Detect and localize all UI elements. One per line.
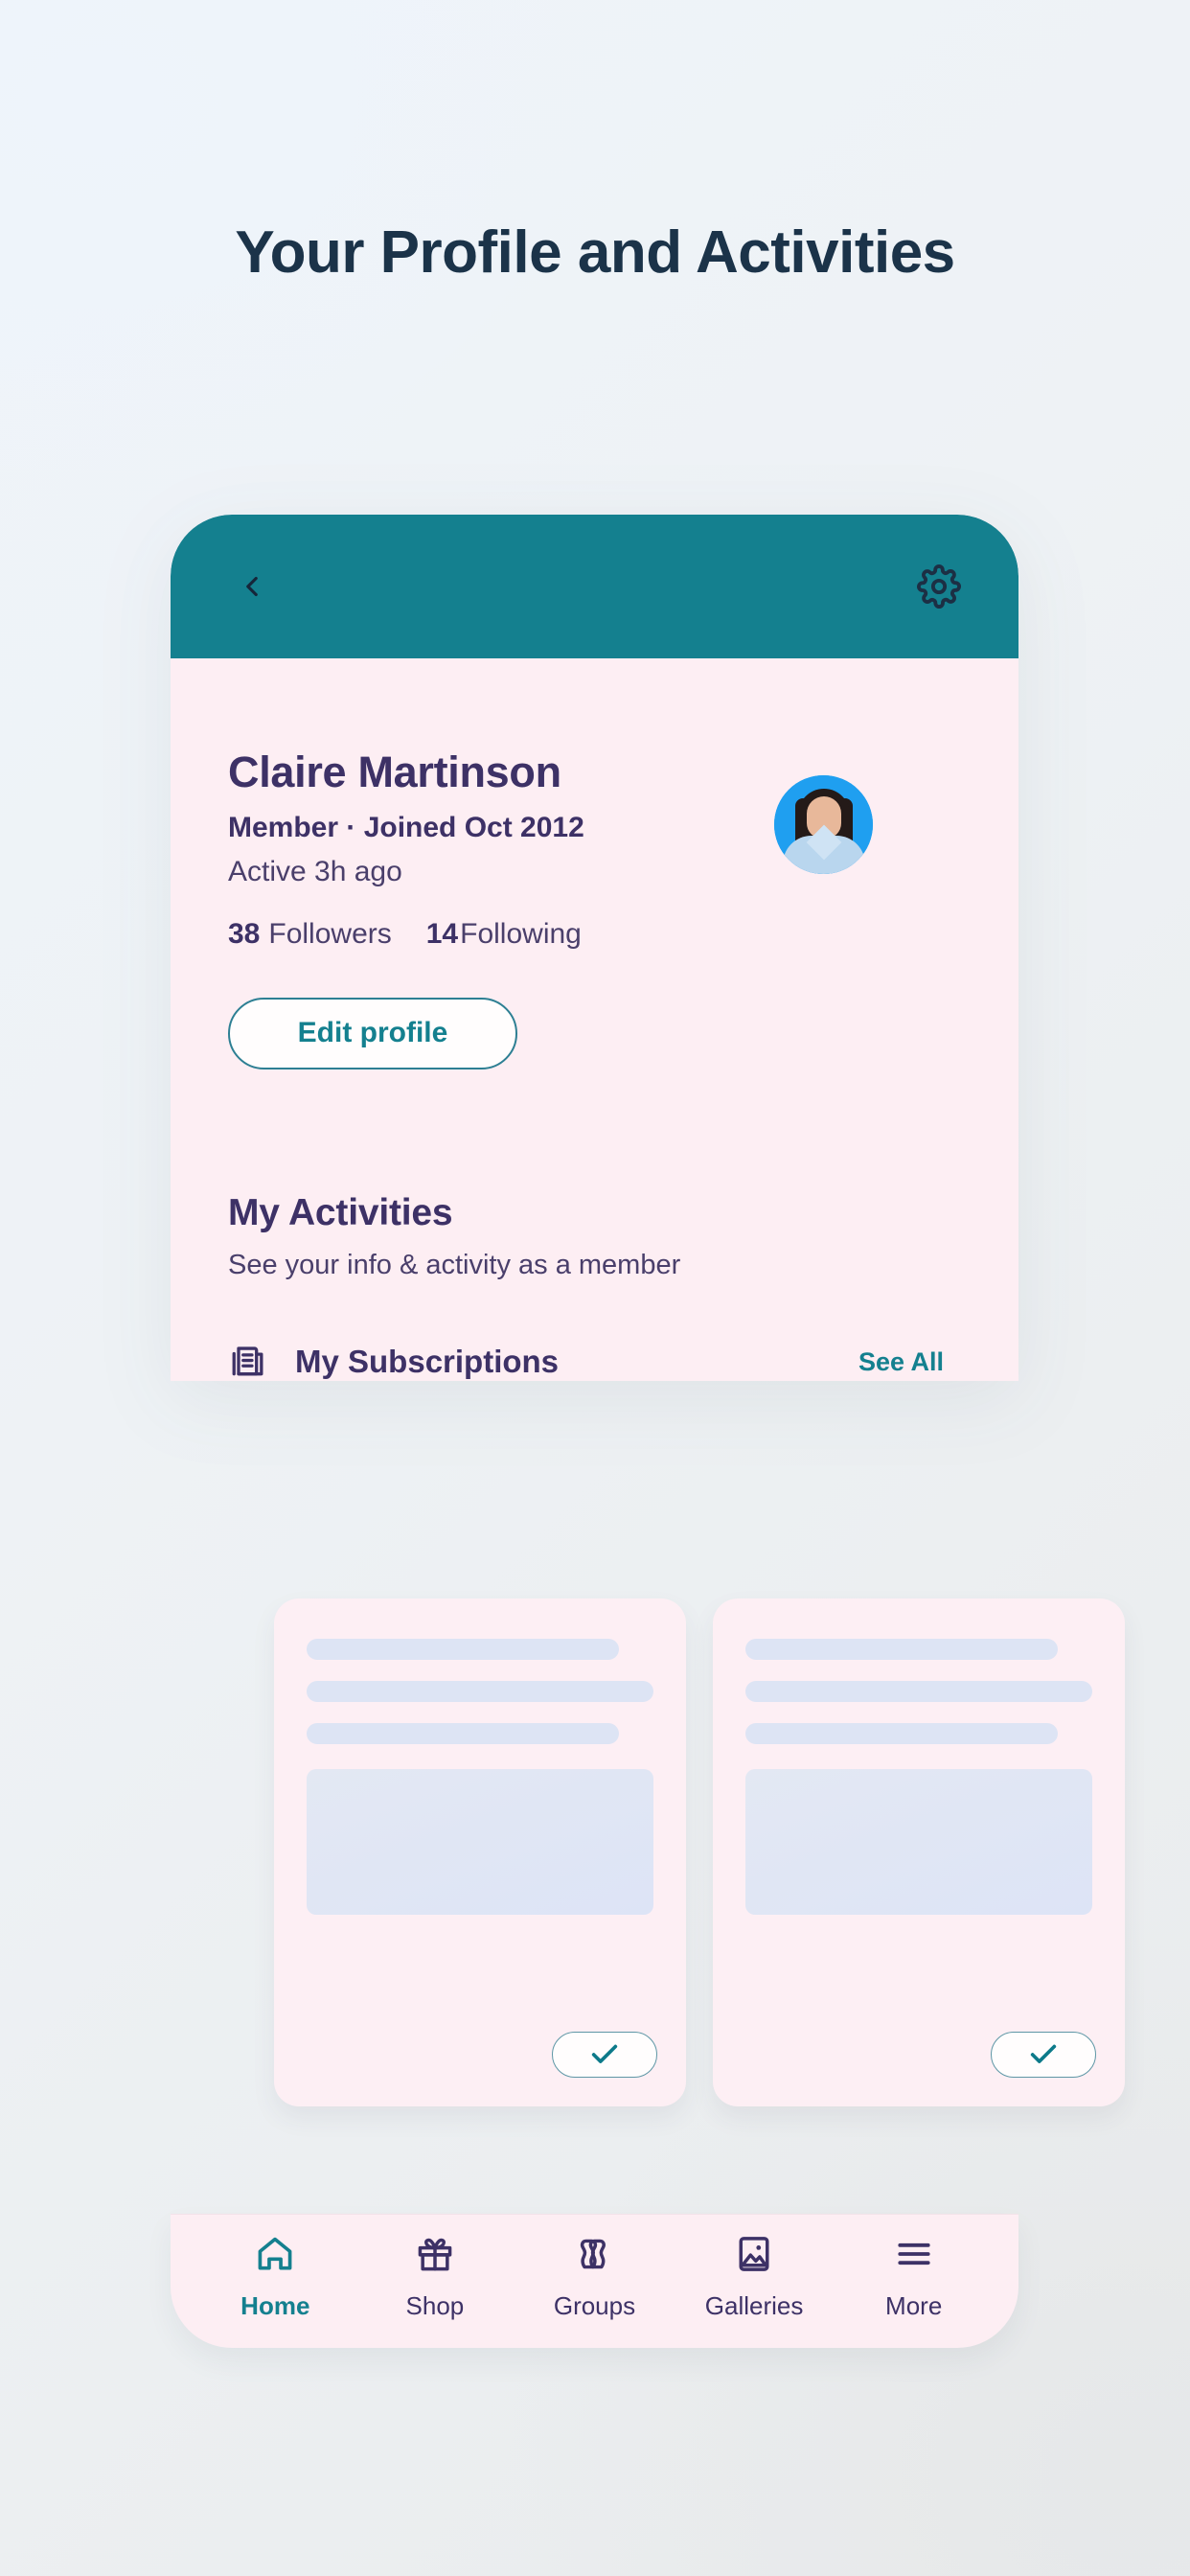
nav-label-galleries: Galleries — [704, 2290, 804, 2320]
image-icon — [733, 2233, 775, 2280]
home-icon — [254, 2233, 296, 2280]
nav-label-home: Home — [240, 2290, 310, 2320]
skeleton-line — [307, 1681, 653, 1702]
people-icon — [573, 2233, 615, 2280]
skeleton-card[interactable] — [274, 1598, 686, 2106]
skeleton-image-block — [745, 1769, 1092, 1915]
followers-count: 38 — [228, 917, 261, 950]
nav-item-galleries[interactable]: Galleries — [682, 2233, 826, 2321]
screen-content: Claire Martinson Member · Joined Oct 201… — [171, 658, 1018, 1381]
skeleton-line — [307, 1723, 619, 1744]
gift-icon — [414, 2233, 456, 2280]
edit-profile-button[interactable]: Edit profile — [228, 997, 517, 1070]
card-confirm-check-button[interactable] — [991, 2032, 1096, 2078]
nav-item-groups[interactable]: Groups — [522, 2233, 666, 2321]
activities-section: My Activities See your info & activity a… — [228, 1192, 961, 1382]
page-title: Your Profile and Activities — [235, 219, 955, 286]
nav-item-more[interactable]: More — [842, 2233, 986, 2321]
activities-subheading: See your info & activity as a member — [228, 1249, 681, 1280]
skeleton-line — [745, 1723, 1058, 1744]
skeleton-card[interactable] — [713, 1598, 1125, 2106]
app-bar — [171, 515, 1018, 658]
phone-frame: Claire Martinson Member · Joined Oct 201… — [171, 515, 1018, 1381]
followers-label: Followers — [268, 917, 392, 950]
chevron-left-icon[interactable] — [222, 557, 282, 616]
profile-section: Claire Martinson Member · Joined Oct 201… — [228, 658, 961, 1070]
nav-label-more: More — [885, 2290, 943, 2320]
my-subscriptions-row[interactable]: My Subscriptions See All — [228, 1339, 961, 1382]
skeleton-image-block — [307, 1769, 653, 1915]
gear-icon[interactable] — [909, 557, 969, 616]
subscriptions-label: My Subscriptions — [295, 1344, 560, 1379]
hamburger-menu-icon — [893, 2233, 935, 2280]
following-count: 14 — [425, 917, 459, 950]
skeleton-line — [745, 1639, 1058, 1660]
bottom-navigation: Home Shop Groups Galleries More — [171, 2214, 1018, 2348]
card-confirm-check-button[interactable] — [552, 2032, 657, 2078]
following-stat[interactable]: 14 Following — [426, 918, 582, 951]
nav-item-shop[interactable]: Shop — [363, 2233, 507, 2321]
nav-label-groups: Groups — [553, 2290, 636, 2320]
nav-item-home[interactable]: Home — [203, 2233, 347, 2321]
subscription-cards — [274, 1598, 1125, 2106]
activities-heading: My Activities — [228, 1191, 453, 1233]
subscriptions-document-icon — [228, 1339, 270, 1382]
followers-stat[interactable]: 38 Followers — [228, 918, 392, 951]
skeleton-line — [307, 1639, 619, 1660]
see-all-link[interactable]: See All — [858, 1347, 961, 1377]
nav-label-shop: Shop — [405, 2290, 465, 2320]
following-label: Following — [460, 917, 582, 950]
profile-stats: 38 Followers 14 Following — [228, 918, 961, 951]
avatar[interactable] — [774, 775, 873, 874]
skeleton-line — [745, 1681, 1092, 1702]
